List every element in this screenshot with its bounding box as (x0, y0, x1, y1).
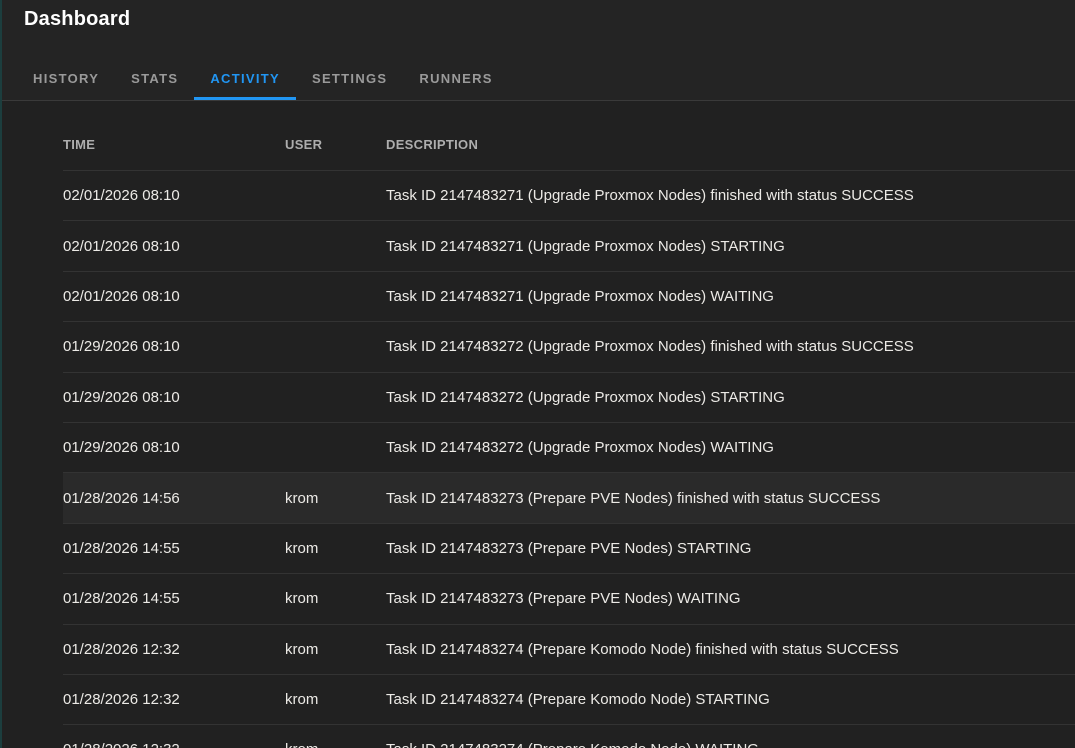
page-header: Dashboard HISTORYSTATSACTIVITYSETTINGSRU… (0, 0, 1075, 101)
cell-time: 01/29/2026 08:10 (63, 439, 285, 456)
cell-description: Task ID 2147483273 (Prepare PVE Nodes) f… (386, 490, 1075, 507)
table-row[interactable]: 01/28/2026 14:55kromTask ID 2147483273 (… (63, 523, 1075, 573)
tab-settings[interactable]: SETTINGS (296, 56, 403, 100)
cell-user: krom (285, 691, 386, 708)
cell-time: 01/28/2026 12:32 (63, 741, 285, 748)
page-title: Dashboard (24, 8, 130, 31)
table-body: 02/01/2026 08:10 Task ID 2147483271 (Upgr… (63, 170, 1075, 748)
cell-description: Task ID 2147483273 (Prepare PVE Nodes) S… (386, 540, 1075, 557)
cell-user: krom (285, 590, 386, 607)
cell-description: Task ID 2147483271 (Upgrade Proxmox Node… (386, 288, 1075, 305)
tab-history[interactable]: HISTORY (17, 56, 115, 100)
cell-user: krom (285, 490, 386, 507)
table-row[interactable]: 01/29/2026 08:10 Task ID 2147483272 (Upgr… (63, 321, 1075, 371)
column-header-user: USER (285, 137, 386, 152)
cell-time: 01/28/2026 14:56 (63, 490, 285, 507)
cell-description: Task ID 2147483272 (Upgrade Proxmox Node… (386, 389, 1075, 406)
cell-time: 02/01/2026 08:10 (63, 238, 285, 255)
cell-description: Task ID 2147483272 (Upgrade Proxmox Node… (386, 338, 1075, 355)
table-row[interactable]: 01/28/2026 12:32kromTask ID 2147483274 (… (63, 724, 1075, 748)
cell-description: Task ID 2147483271 (Upgrade Proxmox Node… (386, 238, 1075, 255)
cell-time: 01/28/2026 14:55 (63, 590, 285, 607)
table-row[interactable]: 01/28/2026 14:56kromTask ID 2147483273 (… (63, 472, 1075, 522)
cell-time: 01/28/2026 12:32 (63, 691, 285, 708)
table-row[interactable]: 01/29/2026 08:10 Task ID 2147483272 (Upgr… (63, 372, 1075, 422)
cell-description: Task ID 2147483274 (Prepare Komodo Node)… (386, 691, 1075, 708)
column-header-time: TIME (63, 137, 285, 152)
table-row[interactable]: 02/01/2026 08:10 Task ID 2147483271 (Upgr… (63, 220, 1075, 270)
cell-description: Task ID 2147483271 (Upgrade Proxmox Node… (386, 187, 1075, 204)
cell-time: 01/28/2026 12:32 (63, 641, 285, 658)
cell-description: Task ID 2147483273 (Prepare PVE Nodes) W… (386, 590, 1075, 607)
cell-time: 01/28/2026 14:55 (63, 540, 285, 557)
tab-stats[interactable]: STATS (115, 56, 194, 100)
tab-activity[interactable]: ACTIVITY (194, 56, 296, 100)
cell-user: krom (285, 540, 386, 557)
cell-time: 01/29/2026 08:10 (63, 389, 285, 406)
cell-time: 02/01/2026 08:10 (63, 187, 285, 204)
table-row[interactable]: 01/28/2026 14:55kromTask ID 2147483273 (… (63, 573, 1075, 623)
table-row[interactable]: 02/01/2026 08:10 Task ID 2147483271 (Upgr… (63, 271, 1075, 321)
left-accent-strip (0, 0, 2, 748)
cell-time: 01/29/2026 08:10 (63, 338, 285, 355)
table-header-row: TIME USER DESCRIPTION (63, 101, 1075, 170)
activity-table: TIME USER DESCRIPTION 02/01/2026 08:10 Ta… (63, 101, 1075, 748)
cell-user: krom (285, 641, 386, 658)
table-row[interactable]: 02/01/2026 08:10 Task ID 2147483271 (Upgr… (63, 170, 1075, 220)
column-header-description: DESCRIPTION (386, 137, 1075, 152)
table-row[interactable]: 01/28/2026 12:32kromTask ID 2147483274 (… (63, 624, 1075, 674)
cell-description: Task ID 2147483274 (Prepare Komodo Node)… (386, 641, 1075, 658)
table-row[interactable]: 01/28/2026 12:32kromTask ID 2147483274 (… (63, 674, 1075, 724)
cell-user: krom (285, 741, 386, 748)
table-row[interactable]: 01/29/2026 08:10 Task ID 2147483272 (Upgr… (63, 422, 1075, 472)
cell-description: Task ID 2147483272 (Upgrade Proxmox Node… (386, 439, 1075, 456)
tab-runners[interactable]: RUNNERS (403, 56, 508, 100)
cell-description: Task ID 2147483274 (Prepare Komodo Node)… (386, 741, 1075, 748)
tab-bar: HISTORYSTATSACTIVITYSETTINGSRUNNERS (17, 56, 509, 100)
cell-time: 02/01/2026 08:10 (63, 288, 285, 305)
